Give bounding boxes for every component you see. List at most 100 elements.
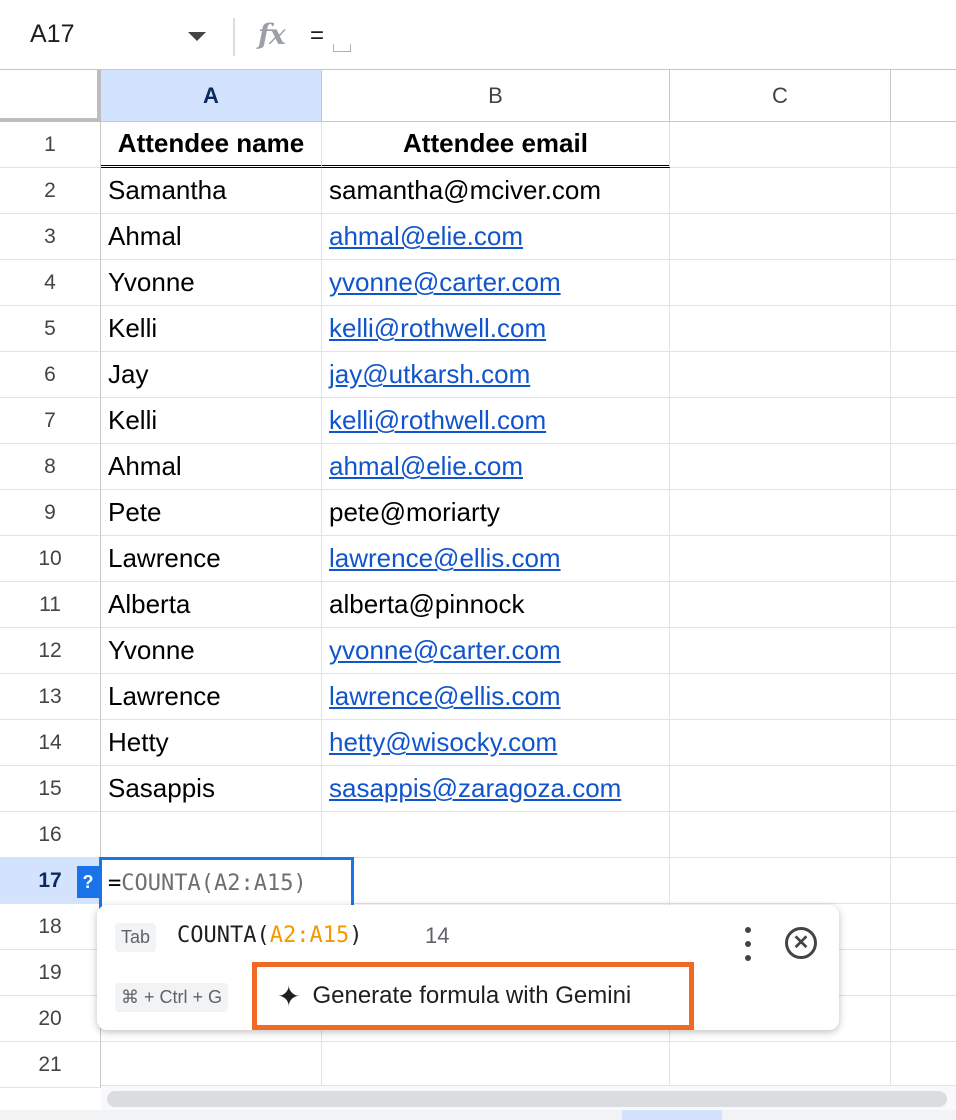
- cell-d[interactable]: [891, 582, 956, 628]
- row-header[interactable]: 19: [0, 950, 101, 996]
- cell-c[interactable]: [670, 812, 891, 858]
- name-box-dropdown-icon[interactable]: [188, 32, 206, 41]
- row-header[interactable]: 18: [0, 904, 101, 950]
- cell-d[interactable]: [891, 674, 956, 720]
- row-header[interactable]: 15: [0, 766, 101, 812]
- suggested-formula[interactable]: COUNTA(A2:A15): [177, 923, 362, 948]
- row-header[interactable]: 3: [0, 214, 101, 260]
- cell-a[interactable]: Sasappis: [101, 766, 322, 812]
- more-options-icon[interactable]: [743, 927, 753, 961]
- cell-b[interactable]: kelli@rothwell.com: [322, 306, 670, 352]
- column-header-c[interactable]: C: [670, 70, 891, 122]
- cell-c[interactable]: [670, 536, 891, 582]
- cell-d[interactable]: [891, 352, 956, 398]
- cell-c[interactable]: [670, 444, 891, 490]
- cell-d[interactable]: [891, 720, 956, 766]
- row-header[interactable]: 5: [0, 306, 101, 352]
- email-link[interactable]: kelli@rothwell.com: [329, 405, 546, 436]
- cell-d[interactable]: [891, 168, 956, 214]
- cell-a[interactable]: Lawrence: [101, 674, 322, 720]
- cell-b[interactable]: ahmal@elie.com: [322, 444, 670, 490]
- row-header[interactable]: 8: [0, 444, 101, 490]
- cell-a[interactable]: [101, 812, 322, 858]
- cell-b[interactable]: lawrence@ellis.com: [322, 536, 670, 582]
- cell-a[interactable]: Lawrence: [101, 536, 322, 582]
- cell-d[interactable]: [891, 812, 956, 858]
- cell-b[interactable]: yvonne@carter.com: [322, 260, 670, 306]
- close-icon[interactable]: ✕: [785, 927, 817, 959]
- cell-c[interactable]: [670, 628, 891, 674]
- cell-b[interactable]: sasappis@zaragoza.com: [322, 766, 670, 812]
- row-header[interactable]: 2: [0, 168, 101, 214]
- cell-d[interactable]: [891, 536, 956, 582]
- row-header[interactable]: 13: [0, 674, 101, 720]
- cell-b[interactable]: hetty@wisocky.com: [322, 720, 670, 766]
- row-header[interactable]: 6: [0, 352, 101, 398]
- row-header[interactable]: 4: [0, 260, 101, 306]
- cell-b[interactable]: [322, 812, 670, 858]
- cell-d[interactable]: [891, 214, 956, 260]
- cell-b[interactable]: kelli@rothwell.com: [322, 398, 670, 444]
- cell-d[interactable]: [891, 306, 956, 352]
- generate-formula-gemini-button[interactable]: ✦ Generate formula with Gemini: [252, 962, 694, 1030]
- row-header[interactable]: 12: [0, 628, 101, 674]
- cell-c[interactable]: [670, 766, 891, 812]
- cell-a[interactable]: Jay: [101, 352, 322, 398]
- cell-b[interactable]: jay@utkarsh.com: [322, 352, 670, 398]
- cell-b[interactable]: Attendee email: [322, 122, 670, 168]
- cell-d[interactable]: [891, 996, 956, 1042]
- cell-d[interactable]: [891, 628, 956, 674]
- row-header[interactable]: 14: [0, 720, 101, 766]
- cell-c[interactable]: [670, 122, 891, 168]
- active-cell-editor[interactable]: = COUNTA(A2:A15): [99, 857, 354, 909]
- cell-d[interactable]: [891, 444, 956, 490]
- cell-d[interactable]: [891, 398, 956, 444]
- cell-b[interactable]: samantha@mciver.com: [322, 168, 670, 214]
- row-header[interactable]: 16: [0, 812, 101, 858]
- cell-c[interactable]: [670, 582, 891, 628]
- cell-b[interactable]: yvonne@carter.com: [322, 628, 670, 674]
- cell-b[interactable]: lawrence@ellis.com: [322, 674, 670, 720]
- cell-c[interactable]: [670, 858, 891, 904]
- email-link[interactable]: hetty@wisocky.com: [329, 727, 557, 758]
- cell-a[interactable]: Kelli: [101, 306, 322, 352]
- horizontal-scrollbar-thumb[interactable]: [107, 1091, 947, 1107]
- cell-b[interactable]: alberta@pinnock: [322, 582, 670, 628]
- cell-c[interactable]: [670, 306, 891, 352]
- cell-c[interactable]: [670, 674, 891, 720]
- row-header[interactable]: 10: [0, 536, 101, 582]
- formula-help-badge[interactable]: ?: [77, 866, 99, 898]
- cell-c[interactable]: [670, 168, 891, 214]
- row-header[interactable]: 21: [0, 1042, 101, 1088]
- cell-a[interactable]: Hetty: [101, 720, 322, 766]
- email-link[interactable]: jay@utkarsh.com: [329, 359, 530, 390]
- formula-input[interactable]: =: [310, 22, 324, 50]
- cell-c[interactable]: [670, 720, 891, 766]
- email-link[interactable]: yvonne@carter.com: [329, 267, 561, 298]
- email-link[interactable]: sasappis@zaragoza.com: [329, 773, 621, 804]
- cell-a[interactable]: Alberta: [101, 582, 322, 628]
- row-header[interactable]: 7: [0, 398, 101, 444]
- cell-d[interactable]: [891, 260, 956, 306]
- cell-d[interactable]: [891, 950, 956, 996]
- cell-d[interactable]: [891, 1042, 956, 1088]
- email-link[interactable]: ahmal@elie.com: [329, 221, 523, 252]
- horizontal-scrollbar[interactable]: [101, 1085, 956, 1110]
- cell-a[interactable]: Ahmal: [101, 214, 322, 260]
- cell-d[interactable]: [891, 858, 956, 904]
- cell-c[interactable]: [670, 398, 891, 444]
- cell-c[interactable]: [670, 490, 891, 536]
- email-link[interactable]: lawrence@ellis.com: [329, 543, 561, 574]
- email-link[interactable]: lawrence@ellis.com: [329, 681, 561, 712]
- column-header-b[interactable]: B: [322, 70, 670, 122]
- cell-a[interactable]: Attendee name: [101, 122, 322, 168]
- cell-a[interactable]: Samantha: [101, 168, 322, 214]
- cell-d[interactable]: [891, 122, 956, 168]
- cell-d[interactable]: [891, 490, 956, 536]
- row-header[interactable]: 1: [0, 122, 101, 168]
- cell-a[interactable]: [101, 1042, 322, 1088]
- row-header[interactable]: 11: [0, 582, 101, 628]
- email-link[interactable]: kelli@rothwell.com: [329, 313, 546, 344]
- cell-b[interactable]: pete@moriarty: [322, 490, 670, 536]
- cell-b[interactable]: [322, 858, 670, 904]
